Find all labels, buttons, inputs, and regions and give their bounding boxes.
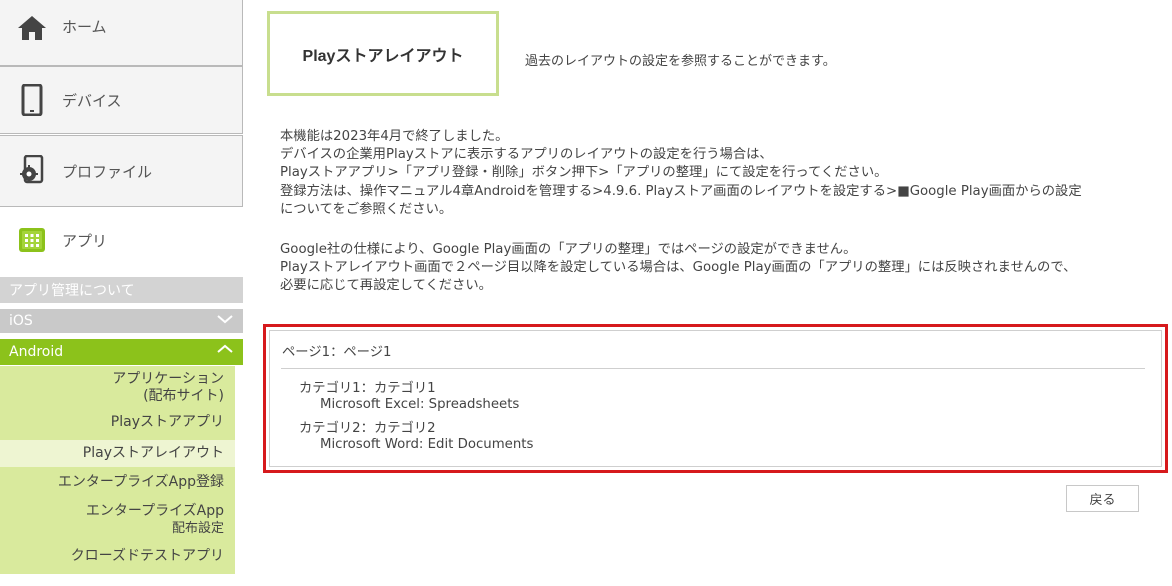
sidebar: ホーム デバイス プロファイル アプリ アプリ管理について iOS Androi… [0,0,243,586]
home-icon [14,10,50,46]
submenu-item-label: (配布サイト) [143,388,224,404]
nav-device[interactable]: デバイス [0,66,243,134]
layout-highlight: ページ1：ページ1 カテゴリ1：カテゴリ1 Microsoft Excel: S… [263,324,1168,473]
back-button[interactable]: 戻る [1066,485,1139,512]
android-submenu: アプリケーション (配布サイト) Playストアアプリ Playストアレイアウト… [0,366,235,574]
nav-home[interactable]: ホーム [0,0,243,66]
smartphone-icon [14,82,50,118]
notice-line: Playストアレイアウト画面で２ページ目以降を設定している場合は、Google … [280,260,1077,276]
submenu-item-label: 配布設定 [171,521,224,536]
divider [281,368,1145,369]
notice-text: 本機能は2023年4月で終了しました。 デバイスの企業用Playストアに表示する… [280,128,1165,296]
nav-app-label: アプリ [62,231,108,250]
menu-ios[interactable]: iOS [0,309,243,333]
page-title: Playストアレイアウト [267,11,499,96]
notice-line: についてをご参照ください。 [280,201,453,217]
menu-android-label: Android [9,344,64,360]
menu-app-about[interactable]: アプリ管理について [0,277,243,303]
submenu-item-label: クローズドテストアプリ [70,548,224,564]
submenu-item-play-store-apps[interactable]: Playストアアプリ [0,414,235,431]
page-label: ページ1：ページ1 [282,345,392,360]
menu-android[interactable]: Android [0,339,243,365]
chevron-up-icon [217,343,233,359]
nav-profile-label: プロファイル [62,162,153,181]
submenu-item-label: Playストアアプリ [110,414,224,430]
category-app: Microsoft Word: Edit Documents [320,437,534,452]
submenu-item-enterprise-app-register[interactable]: エンタープライズApp登録 [0,474,235,491]
category-app: Microsoft Excel: Spreadsheets [320,397,520,412]
profile-settings-icon [14,153,50,189]
page-description: 過去のレイアウトの設定を参照することができます。 [525,54,836,69]
page-title-text: Playストアレイアウト [302,47,464,65]
submenu-item-application[interactable]: アプリケーション (配布サイト) [0,371,235,405]
notice-line: 本機能は2023年4月で終了しました。 [280,129,509,144]
menu-app-about-label: アプリ管理について [9,283,135,299]
submenu-item-label: エンタープライズApp [85,503,224,519]
notice-line: 必要に応じて再設定してください。 [280,278,492,294]
nav-app[interactable]: アプリ [0,207,243,273]
back-button-label: 戻る [1089,493,1116,508]
category-label: カテゴリ2：カテゴリ2 [299,421,436,436]
submenu-item-play-store-layout[interactable]: Playストアレイアウト [0,440,235,467]
submenu-item-closed-test-apps[interactable]: クローズドテストアプリ [0,548,235,565]
apps-grid-icon [14,222,50,258]
layout-panel: ページ1：ページ1 カテゴリ1：カテゴリ1 Microsoft Excel: S… [269,330,1162,467]
nav-device-label: デバイス [62,91,122,110]
submenu-item-label: アプリケーション [112,371,224,387]
nav-profile[interactable]: プロファイル [0,135,243,207]
notice-line: Playストアアプリ>「アプリ登録・削除」ボタン押下>「アプリの整理」にて設定を… [280,165,888,181]
menu-ios-label: iOS [9,313,33,329]
notice-line: 登録方法は、操作マニュアル4章Androidを管理する>4.9.6. Playス… [280,183,1082,199]
notice-line: Google社の仕様により、Google Play画面の「アプリの整理」ではペー… [280,242,857,258]
chevron-down-icon [217,313,233,329]
category-label: カテゴリ1：カテゴリ1 [299,381,436,396]
submenu-item-label: Playストアレイアウト [82,445,224,461]
nav-home-label: ホーム [62,17,107,36]
submenu-item-label: エンタープライズApp登録 [57,474,224,490]
notice-line: デバイスの企業用Playストアに表示するアプリのレイアウトの設定を行う場合は、 [280,147,773,163]
submenu-item-enterprise-app-distribution[interactable]: エンタープライズApp 配布設定 [0,503,235,537]
